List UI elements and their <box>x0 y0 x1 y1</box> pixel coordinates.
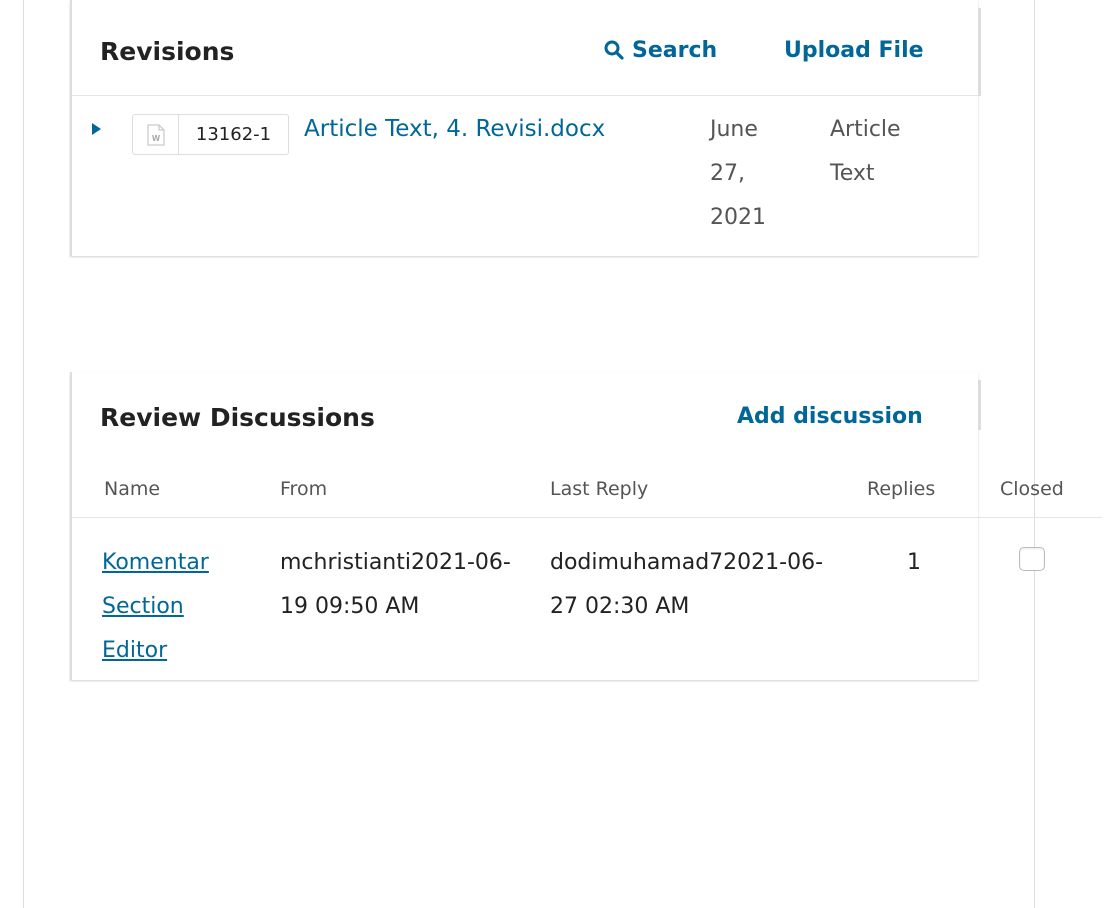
discussions-header: Review Discussions Add discussion <box>72 372 978 460</box>
expand-caret-icon[interactable] <box>92 123 101 135</box>
search-icon <box>604 40 624 60</box>
revisions-header: Revisions Search Upload File <box>72 0 978 96</box>
add-discussion-button[interactable]: Add discussion <box>737 404 923 429</box>
revision-file-row: W 13162-1 Article Text, 4. Revisi.docx J… <box>72 96 978 254</box>
column-header-name: Name <box>104 478 161 500</box>
discussion-replies: 1 <box>907 550 921 575</box>
discussion-name-cell: Komentar Section Editor <box>102 541 252 673</box>
discussion-from: mchristianti2021-06-19 09:50 AM <box>280 550 511 619</box>
word-document-icon: W <box>133 115 179 154</box>
column-header-last-reply: Last Reply <box>550 478 649 500</box>
file-date: June 27, 2021 <box>710 117 766 230</box>
search-label: Search <box>632 38 718 63</box>
file-id: 13162-1 <box>195 124 272 145</box>
file-name-link[interactable]: Article Text, 4. Revisi.docx <box>304 116 605 142</box>
left-divider <box>23 0 24 908</box>
discussion-last-reply: dodimuhamad72021-06-27 02:30 AM <box>550 550 824 619</box>
review-discussions-panel: Review Discussions Add discussion Name F… <box>70 372 1102 680</box>
right-divider <box>1034 0 1035 908</box>
column-header-closed: Closed <box>1000 478 1064 500</box>
file-badge: W 13162-1 <box>132 114 289 155</box>
revisions-title: Revisions <box>100 37 235 66</box>
discussions-title: Review Discussions <box>100 403 375 432</box>
discussions-column-headers: Name From Last Reply Replies Closed <box>72 460 1102 518</box>
file-type: Article Text <box>830 117 901 186</box>
discussion-link[interactable]: Komentar Section Editor <box>102 550 209 663</box>
revisions-panel: Revisions Search Upload File W 13162-1 A… <box>70 0 981 256</box>
search-button[interactable]: Search <box>604 38 717 63</box>
column-header-replies: Replies <box>867 478 936 500</box>
closed-checkbox[interactable] <box>1019 547 1045 571</box>
upload-file-button[interactable]: Upload File <box>784 38 924 63</box>
table-row: Komentar Section Editor mchristianti2021… <box>72 519 1045 679</box>
column-header-from: From <box>280 478 328 500</box>
page: Revisions Search Upload File W 13162-1 A… <box>0 0 1107 908</box>
svg-text:W: W <box>151 134 160 143</box>
